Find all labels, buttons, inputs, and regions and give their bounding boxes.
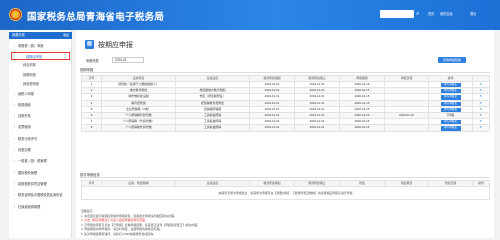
sidebar-item-label: 税务证明及中国税收居民身份证 — [18, 193, 63, 198]
sidebar-item[interactable]: › 申报税（费）申报 — [9, 42, 72, 50]
sidebar-item[interactable]: › 税务行政许可 — [9, 135, 72, 143]
sidebar-item[interactable]: › 纳税人申报 — [9, 90, 72, 98]
refresh-icon[interactable]: ↻ — [480, 95, 483, 99]
refresh-icon[interactable]: ↻ — [480, 107, 483, 111]
refresh-icon[interactable]: ↻ — [480, 89, 483, 93]
notes-panel: 温馨提示： 1. 本页面仅展示按期应申报的申报项目，如需按次申报请到相应模块办理。… — [81, 209, 489, 237]
fill-declaration-button[interactable]: 已申报 — [441, 114, 461, 118]
note-line: 5. 如对申报结果有疑问，请拨打12366纳税服务热线咨询。 — [81, 231, 156, 236]
sidebar-item[interactable]: › 社保费缴费管理 — [9, 203, 72, 211]
cell-sub: 工资薪金所得 — [175, 124, 250, 132]
sidebar-item-label: 申报税（费）申报 — [18, 44, 44, 48]
sidebar-item-label: 优惠办理 — [18, 148, 31, 152]
cell-start: 2019-12-01 — [249, 124, 295, 132]
cell-no: 8 — [81, 124, 102, 132]
fill-declaration-button[interactable]: 填写申报表 — [440, 101, 461, 106]
logout-link[interactable]: 退出 — [470, 11, 476, 16]
section-title-periodic: 按期申报 — [80, 67, 490, 73]
sidebar-item[interactable]: › 税务证明及中国税收居民身份证 — [9, 191, 72, 199]
empty-message: 本期暂无按次申报信息，如需按次申报可在【我要办税】-【税费申报及缴纳】中选择相应… — [81, 186, 490, 200]
sidebar-item[interactable]: › 增值税抵扣凭证管理 — [9, 180, 72, 188]
refresh-icon[interactable]: ↻ — [480, 126, 483, 130]
sidebar-item[interactable]: 其他税申报 — [9, 80, 72, 88]
fill-declaration-button[interactable]: 填写申报表 — [440, 126, 461, 130]
home-link[interactable]: 首页 — [428, 11, 434, 16]
refresh-icon[interactable]: ↻ — [480, 120, 483, 124]
tax-emblem-icon — [9, 8, 22, 21]
sidebar-item-label: 社保费缴费管理 — [18, 204, 41, 209]
periodic-declaration-table: 序号 征收项目 征收品目 税款所属期起 税款所属期止 申报期限 申报日期 操作 1 增值税（适用… — [81, 75, 490, 132]
sidebar-item-label: 纳税人申报 — [18, 91, 34, 96]
fill-declaration-button[interactable]: 填写申报表 — [440, 120, 461, 124]
period-input[interactable]: 2020-01 — [112, 56, 144, 63]
sidebar-collapse-button[interactable]: 收起 — [63, 32, 69, 39]
sidebar-title: 我要办税 — [12, 33, 25, 37]
sidebar-item[interactable]: › 税费缴纳 — [9, 101, 72, 109]
table-row: 8 个人所得税代扣代缴 工资薪金所得 2019-12-01 2019-12-31 2020… — [81, 124, 490, 132]
my-info-link[interactable]: 我的信息 — [440, 11, 453, 16]
sidebar-item[interactable]: › 国际税收管理 — [9, 169, 72, 177]
fill-declaration-button[interactable]: 填写申报表 — [440, 95, 461, 100]
sidebar-item-label: 按期申报 — [23, 72, 36, 77]
query-result-button[interactable]: 查询申报结果 — [438, 56, 466, 63]
sidebar-item[interactable]: 按期应申报 — [11, 51, 70, 60]
sidebar-item-label: 按期应申报 — [26, 54, 42, 59]
cell-deadline: 2020-01-15 — [339, 124, 385, 132]
top-banner: 国家税务总局青海省电子税务局 ⌕ 首页 我的信息 退出 — [0, 0, 500, 30]
sidebar-item-label: 发票使用 — [18, 125, 31, 130]
sidebar-item[interactable]: › 发票使用 — [9, 123, 72, 131]
fill-declaration-button[interactable]: 填写申报表 — [440, 107, 461, 112]
refresh-icon[interactable]: ↻ — [480, 113, 483, 117]
fill-declaration-button[interactable]: 填写申报表 — [440, 89, 461, 93]
sidebar-item-label: 证明开具 — [18, 114, 31, 119]
sidebar-item-label: 税费缴纳 — [18, 102, 31, 107]
cell-end: 2019-12-31 — [294, 124, 340, 132]
per-instance-table: 序号 征收、附加税种 征收品目 税款所属期起 税款所属期止 附加 附加项目 附加日期 操作 本期… — [81, 180, 490, 200]
sidebar-item-label: 其他税申报 — [23, 82, 39, 86]
sidebar-item[interactable]: 综合申报 — [9, 61, 72, 69]
sidebar: 我要办税 收起 › 申报税（费）申报按期应申报综合申报按期申报其他税申报 › 纳税人申… — [9, 30, 72, 238]
sidebar-item-label: 综合申报 — [23, 63, 36, 67]
cell-action: 填写申报表 — [428, 124, 473, 132]
page-title: 按期应申报 — [98, 42, 133, 49]
search-icon[interactable]: ⌕ — [416, 10, 423, 18]
period-label: 申报所属 — [86, 59, 99, 63]
sidebar-item-label: 国际税收管理 — [18, 170, 38, 175]
sidebar-item[interactable]: › 证明开具 — [9, 112, 72, 120]
sidebar-item[interactable]: › 一般退（抵）税管理 — [9, 157, 72, 165]
sidebar-item-label: 一般退（抵）税管理 — [18, 159, 47, 164]
cell-refresh: ↻ — [472, 124, 490, 132]
cell-item: 个人所得税代扣代缴 — [101, 124, 176, 132]
main-panel: ▦ 按期应申报 申报所属 2020-01 查询申报结果 按期申报 序号 征收项目征… — [76, 30, 494, 238]
sidebar-item[interactable]: 按期申报 — [9, 71, 72, 79]
cell-date — [384, 124, 429, 132]
refresh-icon[interactable]: ↻ — [480, 83, 483, 87]
calendar-icon: ▦ — [85, 40, 94, 49]
refresh-icon[interactable]: ↻ — [480, 101, 483, 105]
sidebar-item-label: 增值税抵扣凭证管理 — [18, 181, 47, 186]
site-title: 国家税务总局青海省电子税务局 — [27, 12, 165, 23]
fill-declaration-button[interactable]: 填写申报表 — [440, 83, 461, 87]
site-search-input[interactable] — [380, 10, 414, 18]
sidebar-item-label: 税务行政许可 — [18, 136, 38, 141]
sidebar-header: 我要办税 收起 — [9, 32, 72, 39]
sidebar-item[interactable]: › 优惠办理 — [9, 146, 72, 154]
section-title-per-instance: 按次申报信息 — [80, 172, 490, 178]
